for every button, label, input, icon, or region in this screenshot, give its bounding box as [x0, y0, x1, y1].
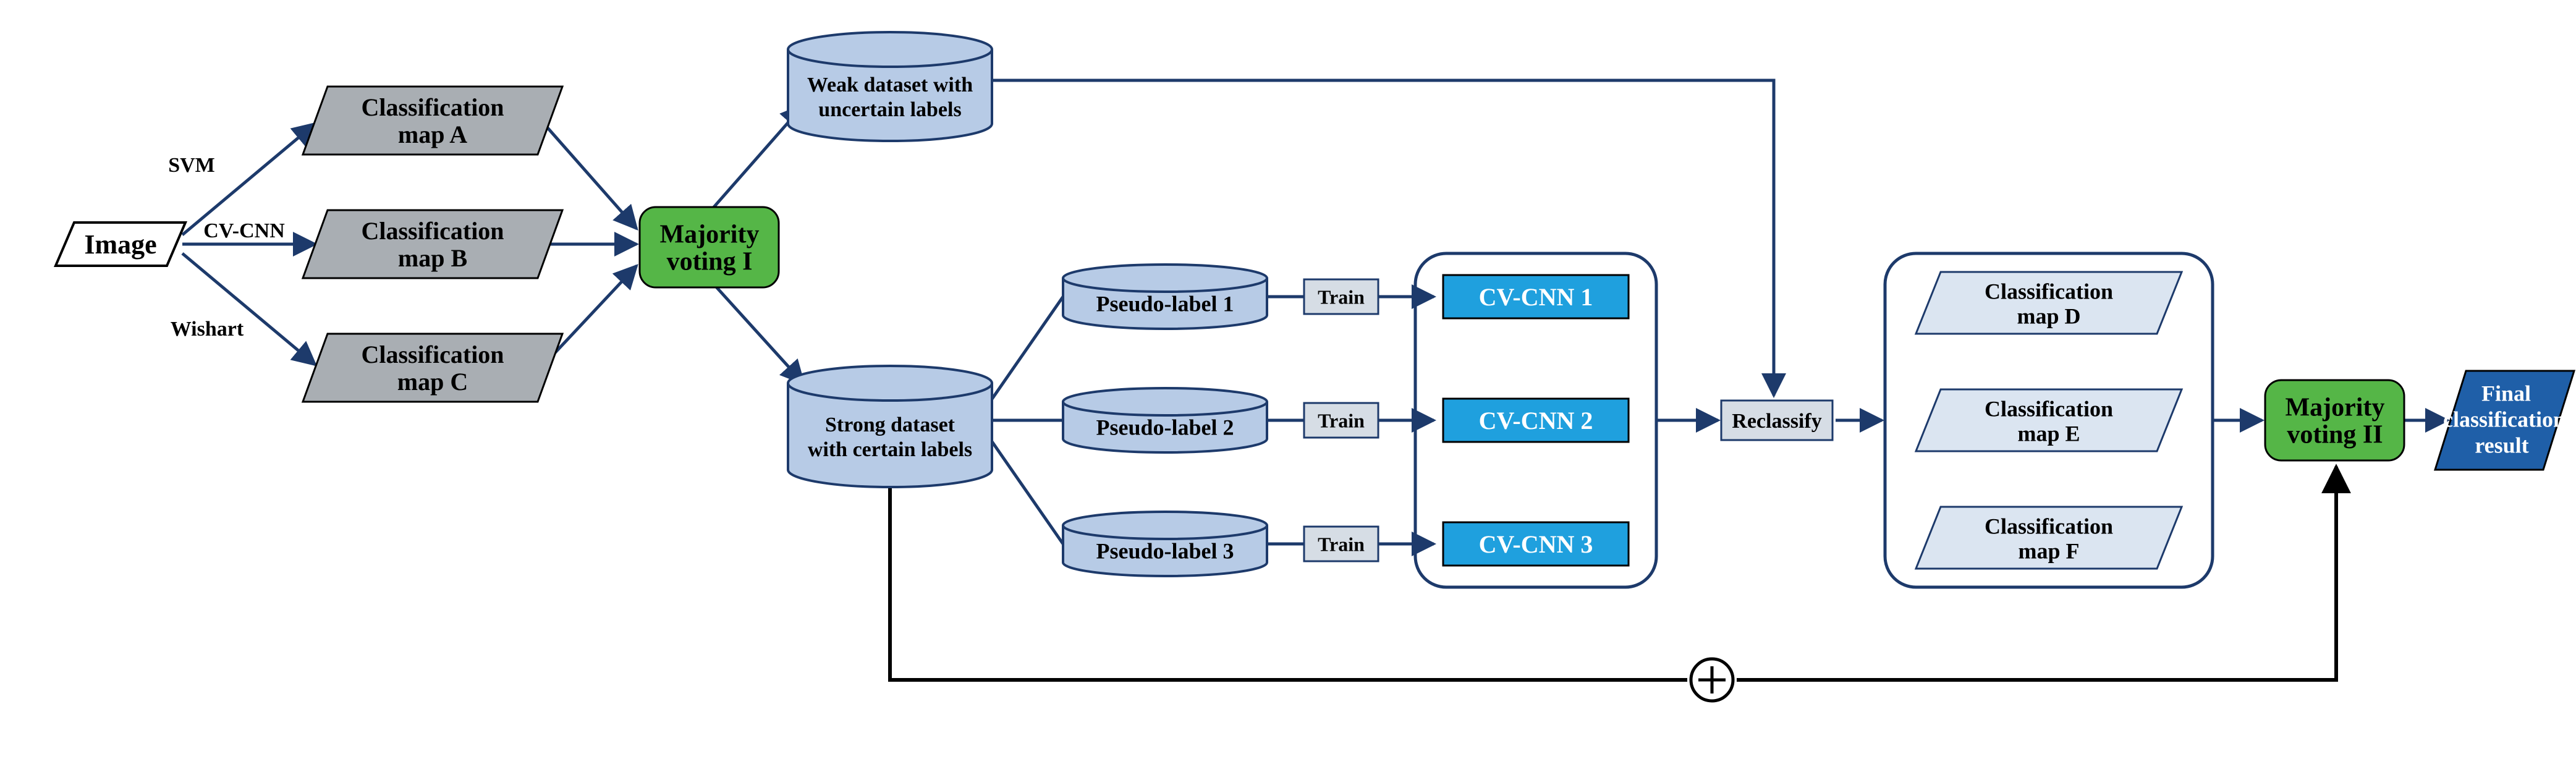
majority-voting-2: Majority voting II: [2265, 380, 2404, 460]
svg-text:Pseudo-label 1: Pseudo-label 1: [1096, 291, 1234, 316]
svg-text:Strong dataset: Strong dataset: [825, 413, 955, 436]
svg-text:classification: classification: [2443, 407, 2565, 431]
label-wishart: Wishart: [171, 318, 244, 341]
classification-map-c: Classification map C: [303, 334, 562, 402]
classification-map-f: Classification map F: [1916, 507, 2182, 569]
label-cvcnn: CV-CNN: [203, 219, 285, 242]
svg-text:Final: Final: [2481, 381, 2531, 405]
svg-text:result: result: [2475, 433, 2528, 457]
majority-voting-1: Majority voting I: [640, 207, 779, 287]
svg-text:Image: Image: [84, 229, 156, 260]
svg-text:voting I: voting I: [667, 248, 753, 276]
train-box-1: Train: [1304, 279, 1378, 314]
cv-cnn-3: CV-CNN 3: [1443, 522, 1629, 566]
svg-text:Majority: Majority: [2286, 394, 2385, 422]
pseudo-label-1: Pseudo-label 1: [1063, 265, 1267, 329]
svg-text:map D: map D: [2017, 303, 2080, 328]
svg-text:voting II: voting II: [2287, 421, 2383, 449]
svg-text:Classification: Classification: [361, 217, 504, 245]
classification-map-e: Classification map E: [1916, 389, 2182, 451]
svg-text:map A: map A: [398, 121, 467, 148]
svg-text:map E: map E: [2017, 421, 2080, 446]
edge-strong-pl1: [986, 297, 1063, 408]
label-svm: SVM: [168, 154, 215, 177]
svg-text:Pseudo-label 2: Pseudo-label 2: [1096, 415, 1234, 439]
svg-text:with certain labels: with certain labels: [808, 438, 972, 461]
svg-text:Train: Train: [1318, 409, 1365, 431]
cv-cnn-1: CV-CNN 1: [1443, 275, 1629, 318]
edge-mv1-strong: [714, 284, 803, 383]
classification-map-b: Classification map B: [303, 210, 562, 278]
edge-mapC-mv1: [544, 266, 637, 365]
reclassify-box: Reclassify: [1721, 401, 1832, 440]
strong-dataset: Strong dataset with certain labels: [788, 366, 992, 487]
final-result: Final classification result: [2435, 371, 2574, 470]
svg-text:map C: map C: [397, 368, 468, 396]
input-image: Image: [56, 223, 185, 266]
edge-plus-to-mv2: [1737, 467, 2336, 680]
svg-text:Train: Train: [1318, 533, 1365, 555]
svg-text:uncertain labels: uncertain labels: [818, 98, 961, 121]
weak-dataset: Weak dataset with uncertain labels: [788, 32, 992, 141]
svg-text:Classification: Classification: [1985, 279, 2113, 303]
svg-text:Classification: Classification: [1985, 514, 2113, 538]
svg-text:Majority: Majority: [660, 221, 760, 249]
svg-text:Weak dataset with: Weak dataset with: [807, 74, 973, 96]
svg-text:map B: map B: [398, 244, 467, 272]
svg-text:Pseudo-label 3: Pseudo-label 3: [1096, 538, 1234, 563]
classification-map-a: Classification map A: [303, 87, 562, 155]
svg-text:CV-CNN 3: CV-CNN 3: [1479, 530, 1593, 558]
svg-text:Train: Train: [1318, 286, 1365, 308]
classification-map-d: Classification map D: [1916, 272, 2182, 334]
svg-text:Classification: Classification: [361, 93, 504, 121]
svg-text:Classification: Classification: [1985, 396, 2113, 421]
svg-text:Reclassify: Reclassify: [1732, 410, 1821, 433]
pipeline-diagram: SVM CV-CNN Wishart Image Classification …: [0, 0, 2576, 759]
svg-text:Classification: Classification: [361, 341, 504, 368]
svg-text:CV-CNN 1: CV-CNN 1: [1479, 283, 1593, 311]
edge-image-mapA: [182, 124, 315, 235]
train-box-3: Train: [1304, 527, 1378, 561]
svg-text:map F: map F: [2019, 538, 2080, 563]
svg-text:CV-CNN 2: CV-CNN 2: [1479, 407, 1593, 435]
pseudo-label-2: Pseudo-label 2: [1063, 388, 1267, 452]
pseudo-label-3: Pseudo-label 3: [1063, 512, 1267, 576]
train-box-2: Train: [1304, 403, 1378, 438]
edge-strong-pl3: [986, 433, 1063, 544]
edge-image-mapC: [182, 253, 315, 365]
edge-strong-to-plus-left: [890, 476, 1687, 680]
cv-cnn-2: CV-CNN 2: [1443, 399, 1629, 442]
